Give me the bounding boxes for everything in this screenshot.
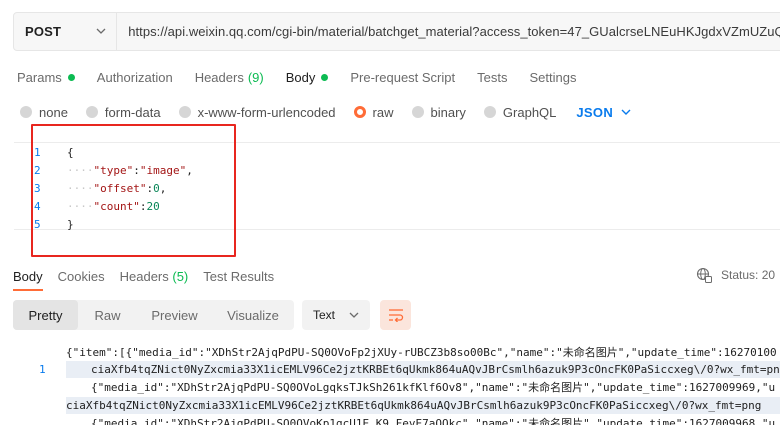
tab-headers[interactable]: Headers (9) <box>195 70 264 85</box>
response-text: {"media_id":"XDhStr2AjqPdPU-SQ0OVoKp1gcU… <box>91 417 776 425</box>
line-number: 3 <box>34 182 41 195</box>
tab-body[interactable]: Body <box>286 70 329 85</box>
radio-circle <box>20 106 32 118</box>
json-key: "offset" <box>93 182 147 195</box>
tab-response-body[interactable]: Body <box>13 269 43 284</box>
view-visualize[interactable]: Visualize <box>212 300 294 330</box>
chevron-down-icon <box>349 312 359 318</box>
response-text: ciaXfb4tqZNict0NyZxcmia33X1icEMLV96Ce2jz… <box>91 363 780 376</box>
tab-tests[interactable]: Tests <box>477 70 507 85</box>
tab-tests-label: Tests <box>477 69 508 85</box>
active-tab-underline <box>13 289 43 291</box>
tab-params-label: Params <box>17 69 62 85</box>
json-value: "image" <box>139 164 187 177</box>
radio-form-data[interactable]: form-data <box>85 104 161 120</box>
url-input[interactable]: https://api.weixin.qq.com/cgi-bin/materi… <box>117 24 780 39</box>
json-value: 20 <box>146 200 160 213</box>
response-line-number: 1 <box>39 363 46 376</box>
request-url-bar: POST https://api.weixin.qq.com/cgi-bin/m… <box>13 12 780 51</box>
radio-circle <box>411 106 424 118</box>
request-tabs: Params Authorization Headers (9) Body Pr… <box>17 66 598 88</box>
radio-none-label: none <box>39 104 68 120</box>
radio-form-data-label: form-data <box>104 104 161 120</box>
tab-authorization-label: Authorization <box>96 69 173 85</box>
radio-circle-selected <box>353 106 366 118</box>
wrap-lines-button[interactable] <box>380 300 411 330</box>
line-number: 1 <box>34 146 41 159</box>
tab-authorization[interactable]: Authorization <box>97 70 173 85</box>
response-line: 1 <box>0 344 46 376</box>
tab-settings[interactable]: Settings <box>529 70 576 85</box>
chevron-down-icon <box>621 109 631 115</box>
view-mode-segment: Pretty Raw Preview Visualize <box>13 300 294 330</box>
body-type-options: none form-data x-www-form-urlencoded raw… <box>20 102 631 122</box>
view-pretty[interactable]: Pretty <box>13 300 78 330</box>
code-text: { <box>67 146 74 159</box>
chevron-down-icon <box>96 28 106 34</box>
radio-graphql[interactable]: GraphQL <box>483 104 557 120</box>
tab-settings-label: Settings <box>529 69 577 85</box>
radio-circle <box>483 106 496 118</box>
view-preview[interactable]: Preview <box>137 300 212 330</box>
body-format-label: JSON <box>576 104 614 120</box>
wrap-lines-icon <box>388 309 403 322</box>
json-key: "count" <box>93 200 140 213</box>
tab-params[interactable]: Params <box>17 70 75 85</box>
response-text: ciaXfb4tqZNict0NyZxcmia33X1icEMLV96Ce2jz… <box>66 399 762 412</box>
tab-response-headers[interactable]: Headers (5) <box>120 269 189 284</box>
globe-icon <box>696 267 712 283</box>
radio-raw[interactable]: raw <box>353 104 394 120</box>
radio-circle <box>178 106 191 118</box>
status-label: Status: 20 <box>721 268 776 282</box>
radio-none[interactable]: none <box>20 105 68 120</box>
method-label: POST <box>25 24 62 39</box>
tab-headers-label: Headers <box>194 69 244 85</box>
response-text: {"media_id":"XDhStr2AjqPdPU-SQ0OVoLgqksT… <box>91 381 776 394</box>
response-status: Status: 20 <box>696 267 775 283</box>
json-comma: , <box>159 182 167 195</box>
response-format-label: Text <box>313 308 336 322</box>
line-number: 2 <box>34 164 41 177</box>
line-number: 4 <box>34 200 41 213</box>
method-select[interactable]: POST <box>14 13 118 50</box>
tab-pre-request-script[interactable]: Pre-request Script <box>350 70 455 85</box>
indent-guide: ···· <box>67 182 94 195</box>
indent-guide: ···· <box>67 200 94 213</box>
tab-test-results[interactable]: Test Results <box>203 269 274 284</box>
json-colon: : <box>133 164 140 177</box>
radio-binary-label: binary <box>430 104 466 120</box>
view-raw[interactable]: Raw <box>78 300 137 330</box>
tab-body-label: Body <box>285 69 316 85</box>
code-text: } <box>67 218 74 231</box>
params-indicator-dot <box>67 73 75 81</box>
json-key: "type" <box>93 164 134 177</box>
radio-urlencoded[interactable]: x-www-form-urlencoded <box>178 104 336 120</box>
tab-response-headers-label: Headers <box>119 268 169 284</box>
radio-raw-label: raw <box>372 104 394 120</box>
indent-guide: ···· <box>67 164 94 177</box>
body-indicator-dot <box>321 73 329 81</box>
radio-circle <box>85 106 98 118</box>
radio-graphql-label: GraphQL <box>502 104 557 120</box>
tab-pre-request-script-label: Pre-request Script <box>350 69 456 85</box>
response-tabs: Body Cookies Headers (5) Test Results <box>13 266 289 286</box>
tab-cookies[interactable]: Cookies <box>58 269 105 284</box>
json-comma: , <box>186 164 193 177</box>
response-headers-count: (5) <box>172 268 189 284</box>
radio-urlencoded-label: x-www-form-urlencoded <box>197 104 336 120</box>
response-format-select[interactable]: Text <box>302 300 370 330</box>
body-format-select[interactable]: JSON <box>576 105 631 120</box>
headers-count: (9) <box>247 69 264 85</box>
line-number: 5 <box>34 218 41 231</box>
response-text: {"item":[{"media_id":"XDhStr2AjqPdPU-SQ0… <box>66 346 777 359</box>
radio-binary[interactable]: binary <box>411 104 466 120</box>
json-value: 0 <box>153 182 160 195</box>
request-body-editor[interactable]: 1 { 2 ····"type":"image", 3 ····"offset"… <box>14 142 780 231</box>
